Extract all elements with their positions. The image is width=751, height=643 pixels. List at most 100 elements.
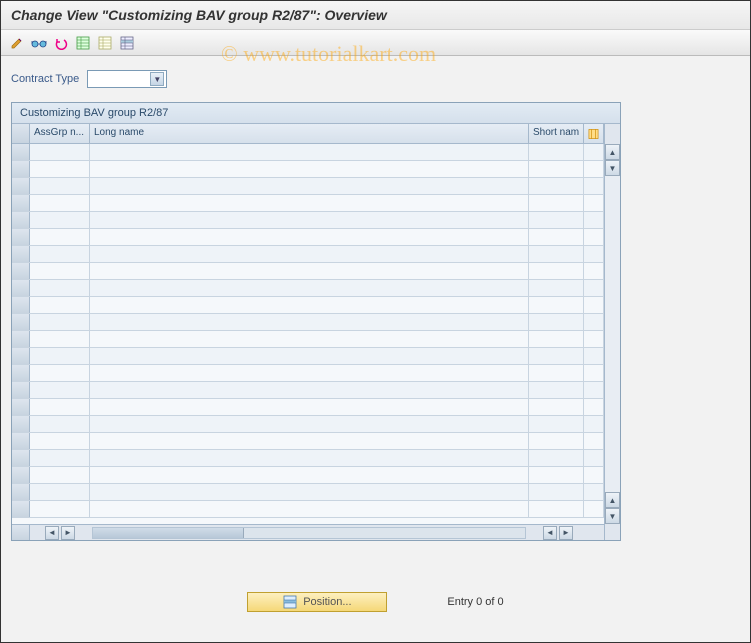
new-entries-button[interactable] [73,33,93,53]
cell-assgrp[interactable] [30,433,90,449]
row-selector[interactable] [12,382,30,398]
table-row[interactable] [12,331,604,348]
cell-shortname[interactable] [529,348,584,364]
cell-shortname[interactable] [529,314,584,330]
table-row[interactable] [12,297,604,314]
table-row[interactable] [12,450,604,467]
cell-longname[interactable] [90,416,529,432]
cell-assgrp[interactable] [30,297,90,313]
cell-longname[interactable] [90,195,529,211]
hscroll-left-button-2[interactable]: ◄ [543,526,557,540]
cell-longname[interactable] [90,161,529,177]
cell-shortname[interactable] [529,297,584,313]
vscroll-track[interactable] [605,176,620,492]
table-config-button[interactable] [584,124,604,143]
cell-assgrp[interactable] [30,314,90,330]
hscroll-track[interactable] [92,527,526,539]
vscroll-up-button-2[interactable]: ▲ [605,492,620,508]
row-selector[interactable] [12,263,30,279]
cell-shortname[interactable] [529,229,584,245]
cell-assgrp[interactable] [30,365,90,381]
hscroll-left-button[interactable]: ◄ [45,526,59,540]
row-selector-header[interactable] [12,124,30,143]
table-row[interactable] [12,467,604,484]
column-header-shortname[interactable]: Short nam [529,124,584,143]
row-selector[interactable] [12,365,30,381]
cell-assgrp[interactable] [30,501,90,517]
cell-longname[interactable] [90,382,529,398]
cell-shortname[interactable] [529,484,584,500]
cell-assgrp[interactable] [30,229,90,245]
cell-shortname[interactable] [529,382,584,398]
copy-button[interactable] [95,33,115,53]
table-row[interactable] [12,382,604,399]
cell-assgrp[interactable] [30,212,90,228]
cell-shortname[interactable] [529,365,584,381]
table-row[interactable] [12,212,604,229]
hscroll-right-button-2[interactable]: ► [559,526,573,540]
table-row[interactable] [12,433,604,450]
table-row[interactable] [12,416,604,433]
row-selector[interactable] [12,501,30,517]
other-view-button[interactable] [7,33,27,53]
cell-assgrp[interactable] [30,484,90,500]
row-selector[interactable] [12,467,30,483]
cell-assgrp[interactable] [30,467,90,483]
cell-assgrp[interactable] [30,280,90,296]
row-selector[interactable] [12,399,30,415]
row-selector[interactable] [12,314,30,330]
cell-longname[interactable] [90,433,529,449]
table-row[interactable] [12,280,604,297]
cell-longname[interactable] [90,399,529,415]
cell-assgrp[interactable] [30,399,90,415]
cell-assgrp[interactable] [30,178,90,194]
table-row[interactable] [12,178,604,195]
row-selector[interactable] [12,433,30,449]
vscroll-down-button-2[interactable]: ▼ [605,508,620,524]
row-selector[interactable] [12,161,30,177]
cell-shortname[interactable] [529,246,584,262]
cell-assgrp[interactable] [30,195,90,211]
table-row[interactable] [12,484,604,501]
row-selector[interactable] [12,144,30,160]
cell-shortname[interactable] [529,467,584,483]
cell-longname[interactable] [90,229,529,245]
cell-shortname[interactable] [529,263,584,279]
cell-shortname[interactable] [529,280,584,296]
undo-button[interactable] [51,33,71,53]
cell-shortname[interactable] [529,416,584,432]
row-selector[interactable] [12,246,30,262]
cell-assgrp[interactable] [30,144,90,160]
cell-longname[interactable] [90,484,529,500]
cell-assgrp[interactable] [30,348,90,364]
row-selector[interactable] [12,450,30,466]
cell-longname[interactable] [90,144,529,160]
cell-shortname[interactable] [529,501,584,517]
row-selector[interactable] [12,229,30,245]
table-row[interactable] [12,365,604,382]
cell-assgrp[interactable] [30,450,90,466]
cell-longname[interactable] [90,178,529,194]
cell-longname[interactable] [90,331,529,347]
row-selector[interactable] [12,348,30,364]
row-selector[interactable] [12,178,30,194]
cell-shortname[interactable] [529,161,584,177]
row-selector[interactable] [12,297,30,313]
cell-assgrp[interactable] [30,331,90,347]
table-row[interactable] [12,229,604,246]
cell-shortname[interactable] [529,433,584,449]
vscroll-down-button[interactable]: ▼ [605,160,620,176]
cell-longname[interactable] [90,263,529,279]
table-row[interactable] [12,195,604,212]
cell-longname[interactable] [90,280,529,296]
row-selector[interactable] [12,195,30,211]
contract-type-dropdown[interactable]: ▼ [87,70,167,88]
cell-longname[interactable] [90,314,529,330]
row-selector[interactable] [12,484,30,500]
cell-longname[interactable] [90,246,529,262]
cell-longname[interactable] [90,501,529,517]
cell-assgrp[interactable] [30,382,90,398]
hscroll-right-button[interactable]: ► [61,526,75,540]
cell-shortname[interactable] [529,331,584,347]
column-header-assgrp[interactable]: AssGrp n... [30,124,90,143]
